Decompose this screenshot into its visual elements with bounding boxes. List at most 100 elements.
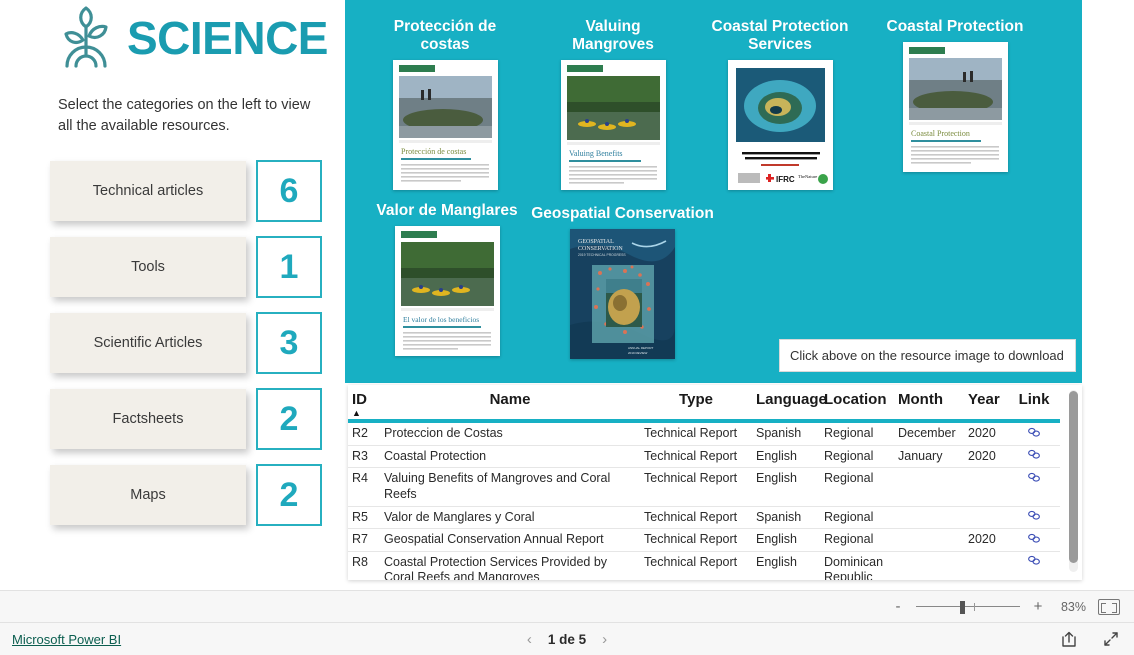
zoom-in-button[interactable]: + <box>1032 598 1044 615</box>
svg-text:2019 TECHNICAL PROGRESS: 2019 TECHNICAL PROGRESS <box>578 253 626 257</box>
category-button-maps[interactable]: Maps <box>50 465 246 525</box>
cell-type: Technical Report <box>640 551 752 580</box>
resource-thumbnail-coastal-protection-en[interactable]: Coastal Protection <box>902 41 1008 172</box>
resource-title: Valor de Manglares <box>376 202 518 219</box>
column-label: ID <box>352 391 367 408</box>
cell-id: R4 <box>348 467 380 507</box>
resource-thumbnail-coastal-protection-services[interactable]: IFRC TheNature <box>727 59 833 190</box>
chain-link-icon[interactable] <box>1027 471 1041 483</box>
cell-name: Coastal Protection <box>380 445 640 469</box>
cell-month: January <box>894 445 964 469</box>
resource-title: Protección de costas <box>393 18 497 53</box>
cell-language: English <box>752 528 820 552</box>
cell-link[interactable] <box>1008 506 1060 530</box>
cell-month <box>894 506 964 530</box>
table-row[interactable]: R3 Coastal Protection Technical Report E… <box>348 445 1060 469</box>
column-header-language[interactable]: Language <box>752 385 827 419</box>
resource-card[interactable]: Valor de Manglares El valor de los benef… <box>367 202 527 356</box>
category-button-scientific-articles[interactable]: Scientific Articles <box>50 313 246 373</box>
page-navigation: ‹ 1 de 5 › <box>527 631 607 648</box>
cell-link[interactable] <box>1008 423 1060 446</box>
category-row: Factsheets 2 <box>50 388 335 450</box>
resource-card[interactable]: Coastal Protection Services IFRC TheNatu… <box>695 18 865 190</box>
download-hint-tooltip: Click above on the resource image to dow… <box>779 339 1076 372</box>
fit-to-page-icon[interactable] <box>1098 598 1120 615</box>
previous-page-icon[interactable]: ‹ <box>527 631 532 648</box>
footer-actions <box>1060 630 1120 648</box>
resource-card[interactable]: Geospatial Conservation GEOSPATIAL CONSE… <box>530 205 715 359</box>
table-row[interactable]: R4 Valuing Benefits of Mangroves and Cor… <box>348 467 1060 507</box>
category-button-factsheets[interactable]: Factsheets <box>50 389 246 449</box>
svg-text:Coastal Protection: Coastal Protection <box>911 129 970 138</box>
next-page-icon[interactable]: › <box>602 631 607 648</box>
share-icon[interactable] <box>1060 630 1078 648</box>
resource-card[interactable]: Valuing Mangroves Valuing Benefits <box>543 18 683 190</box>
microsoft-power-bi-link[interactable]: Microsoft Power BI <box>12 632 121 647</box>
cell-year: 2020 <box>964 423 1008 446</box>
cell-location: Regional <box>820 467 894 507</box>
zoom-slider[interactable] <box>916 600 1020 614</box>
category-button-technical-articles[interactable]: Technical articles <box>50 161 246 221</box>
category-count-technical-articles: 6 <box>256 160 322 222</box>
cell-language: English <box>752 551 820 580</box>
resources-table[interactable]: ID ▲ Name Type Language Location Month Y… <box>348 385 1082 580</box>
cell-id: R2 <box>348 423 380 446</box>
category-label: Factsheets <box>112 411 184 427</box>
zoom-slider-handle[interactable] <box>960 600 965 614</box>
category-label: Technical articles <box>92 183 204 199</box>
resource-thumbnail-valor-manglares[interactable]: El valor de los beneficios <box>394 225 500 356</box>
column-header-id[interactable]: ID ▲ <box>348 385 380 419</box>
cell-year <box>964 551 1008 580</box>
column-header-name[interactable]: Name <box>380 385 640 419</box>
cell-name: Geospatial Conservation Annual Report <box>380 528 640 552</box>
resource-thumbnail-valuing-mangroves[interactable]: Valuing Benefits <box>560 59 666 190</box>
table-row[interactable]: R5 Valor de Manglares y Coral Technical … <box>348 506 1060 530</box>
resource-card[interactable]: Protección de costas Protección de costa… <box>375 18 515 190</box>
page-title: SCIENCE <box>127 12 328 64</box>
resource-card[interactable]: Coastal Protection Coastal Protection <box>875 18 1035 172</box>
table-header-row: ID ▲ Name Type Language Location Month Y… <box>348 385 1060 419</box>
cell-link[interactable] <box>1008 551 1060 580</box>
cell-location: Regional <box>820 528 894 552</box>
chain-link-icon[interactable] <box>1027 532 1041 544</box>
report-page: SCIENCE Select the categories on the lef… <box>0 0 1134 655</box>
category-row: Maps 2 <box>50 464 335 526</box>
svg-text:GEOSPATIAL: GEOSPATIAL <box>578 239 614 245</box>
cell-month <box>894 528 964 552</box>
table-row[interactable]: R8 Coastal Protection Services Provided … <box>348 551 1060 580</box>
table-row[interactable]: R7 Geospatial Conservation Annual Report… <box>348 528 1060 552</box>
table-row[interactable]: R2 Proteccion de Costas Technical Report… <box>348 423 1060 446</box>
cell-type: Technical Report <box>640 528 752 552</box>
category-row: Tools 1 <box>50 236 335 298</box>
resources-grid: ID ▲ Name Type Language Location Month Y… <box>348 385 1060 580</box>
zoom-slider-track <box>916 605 1020 607</box>
table-scrollbar-thumb[interactable] <box>1069 391 1078 563</box>
cell-link[interactable] <box>1008 467 1060 507</box>
cell-name: Proteccion de Costas <box>380 423 640 446</box>
chain-link-icon[interactable] <box>1027 426 1041 438</box>
fullscreen-icon[interactable] <box>1102 630 1120 648</box>
cell-link[interactable] <box>1008 528 1060 552</box>
cell-language: English <box>752 467 820 507</box>
chain-link-icon[interactable] <box>1027 555 1041 567</box>
column-header-link[interactable]: Link <box>1008 385 1060 419</box>
svg-text:El valor de los beneficios: El valor de los beneficios <box>403 315 479 324</box>
cell-type: Technical Report <box>640 506 752 530</box>
zoom-out-button[interactable]: - <box>892 598 904 615</box>
chain-link-icon[interactable] <box>1027 510 1041 522</box>
column-header-year[interactable]: Year <box>964 385 1008 419</box>
cell-type: Technical Report <box>640 423 752 446</box>
column-header-location[interactable]: Location <box>820 385 894 419</box>
category-button-tools[interactable]: Tools <box>50 237 246 297</box>
svg-text:TheNature: TheNature <box>798 174 817 179</box>
svg-text:2019 REVIEW: 2019 REVIEW <box>628 351 648 355</box>
chain-link-icon[interactable] <box>1027 449 1041 461</box>
svg-text:Valuing Benefits: Valuing Benefits <box>569 149 623 158</box>
cell-link[interactable] <box>1008 445 1060 469</box>
download-hint-text: Click above on the resource image to dow… <box>790 348 1064 363</box>
cell-location: Dominican Republic <box>820 551 894 580</box>
column-header-month[interactable]: Month <box>894 385 964 419</box>
resource-thumbnail-geospatial-conservation[interactable]: GEOSPATIAL CONSERVATION 2019 TECHNICAL P… <box>570 228 675 359</box>
resource-thumbnail-coastal-protection-es[interactable]: Protección de costas <box>392 59 498 190</box>
column-header-type[interactable]: Type <box>640 385 752 419</box>
